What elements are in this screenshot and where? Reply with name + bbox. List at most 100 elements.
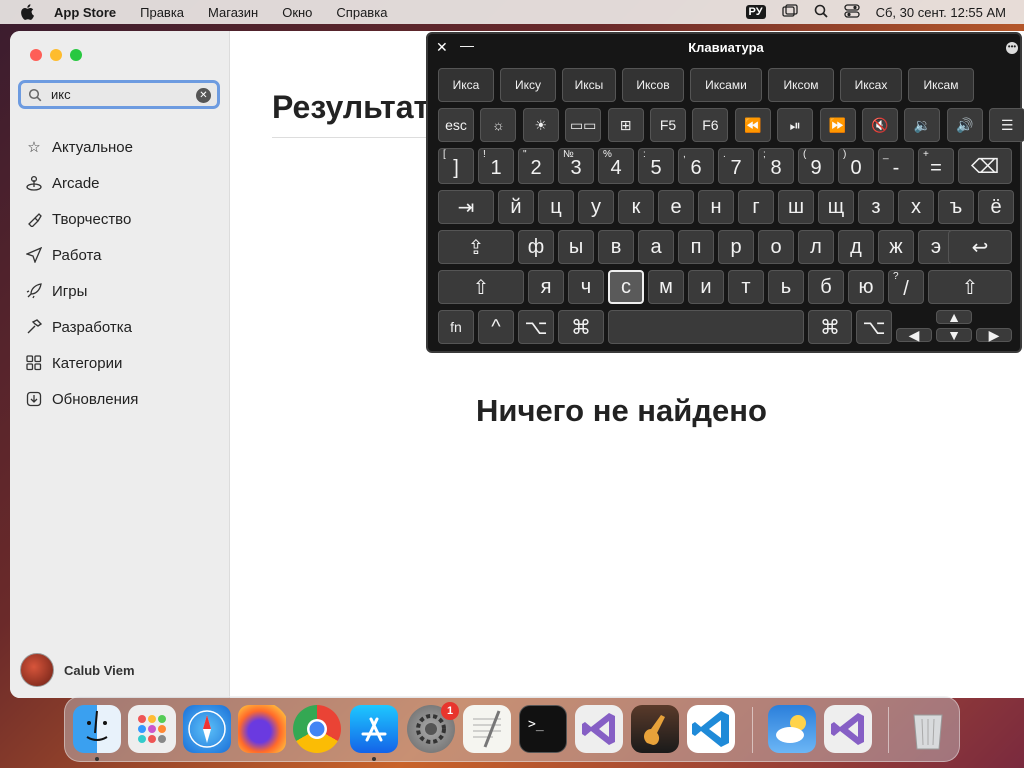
fn-key[interactable]: fn bbox=[438, 310, 474, 344]
sidebar-item-games[interactable]: Игры bbox=[10, 273, 230, 309]
shift-right-key[interactable]: ⇧ bbox=[928, 270, 1012, 304]
function-key-6[interactable]: F6 bbox=[692, 108, 729, 142]
chrome-icon[interactable] bbox=[293, 705, 341, 753]
firefox-icon[interactable] bbox=[238, 705, 286, 753]
function-key-0[interactable]: esc bbox=[438, 108, 474, 142]
menu-app-name[interactable]: App Store bbox=[54, 5, 116, 20]
vscode-icon[interactable] bbox=[687, 705, 735, 753]
apple-icon[interactable] bbox=[18, 3, 36, 21]
arrow-right-key[interactable]: ▶ bbox=[976, 327, 1012, 343]
search-input[interactable]: икс bbox=[51, 87, 71, 102]
letter-key-ю[interactable]: ю bbox=[848, 270, 884, 304]
trash-icon[interactable] bbox=[904, 705, 952, 753]
command-right-key[interactable]: ⌘ bbox=[808, 310, 852, 344]
clear-search-icon[interactable]: ✕ bbox=[196, 88, 211, 103]
user-account[interactable]: Calub Viem bbox=[20, 653, 135, 687]
letter-key-р[interactable]: р bbox=[718, 230, 754, 264]
function-key-10[interactable]: 🔇 bbox=[862, 108, 898, 142]
return-key[interactable]: ↩ bbox=[948, 230, 1012, 264]
function-key-9[interactable]: ⏩ bbox=[819, 108, 856, 142]
number-key-3[interactable]: № 3 bbox=[558, 148, 594, 184]
suggestion-5[interactable]: Иксом bbox=[768, 68, 834, 102]
letter-key-м[interactable]: м bbox=[648, 270, 684, 304]
number-key-0[interactable]: [] bbox=[438, 148, 474, 184]
space-key[interactable] bbox=[608, 310, 804, 344]
close-button[interactable] bbox=[30, 49, 42, 61]
letter-key-д[interactable]: д bbox=[838, 230, 874, 264]
slash-key[interactable]: ? / bbox=[888, 270, 924, 304]
number-key-8[interactable]: ; 8 bbox=[758, 148, 794, 184]
input-language-indicator[interactable]: РУ bbox=[745, 5, 766, 19]
control-key[interactable]: ^ bbox=[478, 310, 514, 344]
letter-key-ь[interactable]: ь bbox=[768, 270, 804, 304]
function-key-2[interactable]: ☀ bbox=[522, 108, 559, 142]
number-key-2[interactable]: " 2 bbox=[518, 148, 554, 184]
function-key-4[interactable]: ⊞ bbox=[607, 108, 644, 142]
textedit-icon[interactable] bbox=[463, 705, 511, 753]
more-options-icon[interactable]: ••• bbox=[1006, 42, 1018, 54]
control-center-icon[interactable] bbox=[843, 3, 860, 21]
number-key-11[interactable]: _ - bbox=[878, 148, 914, 184]
sidebar-item-arcade[interactable]: Arcade bbox=[10, 165, 230, 201]
letter-key-в[interactable]: в bbox=[598, 230, 634, 264]
number-key-6[interactable]: ,6 bbox=[678, 148, 714, 184]
sidebar-item-discover[interactable]: ☆ Актуальное bbox=[10, 129, 230, 165]
suggestion-0[interactable]: Икса bbox=[438, 68, 494, 102]
suggestion-6[interactable]: Иксах bbox=[840, 68, 902, 102]
function-key-5[interactable]: F5 bbox=[650, 108, 686, 142]
visual-studio-2-icon[interactable] bbox=[824, 705, 872, 753]
arrow-down-key[interactable]: ▼ bbox=[936, 327, 972, 343]
letter-key-ё[interactable]: ё bbox=[978, 190, 1014, 224]
function-key-13[interactable]: ☰ bbox=[989, 108, 1024, 142]
weather-icon[interactable] bbox=[768, 705, 816, 753]
menu-edit[interactable]: Правка bbox=[140, 5, 184, 20]
sidebar-item-updates[interactable]: Обновления bbox=[10, 381, 230, 417]
number-key-12[interactable]: + = bbox=[918, 148, 954, 184]
shift-left-key[interactable]: ⇧ bbox=[438, 270, 524, 304]
letter-key-о[interactable]: о bbox=[758, 230, 794, 264]
option-right-key[interactable]: ⌥ bbox=[856, 310, 892, 344]
letter-key-п[interactable]: п bbox=[678, 230, 714, 264]
letter-key-к[interactable]: к bbox=[618, 190, 654, 224]
arrow-left-key[interactable]: ◀ bbox=[896, 327, 932, 343]
arrow-up-key[interactable]: ▲ bbox=[936, 309, 972, 325]
number-key-10[interactable]: ) 0 bbox=[838, 148, 874, 184]
letter-key-й[interactable]: й bbox=[498, 190, 534, 224]
letter-key-у[interactable]: у bbox=[578, 190, 614, 224]
letter-key-з[interactable]: з bbox=[858, 190, 894, 224]
command-key[interactable]: ⌘ bbox=[558, 310, 604, 344]
letter-key-б[interactable]: б bbox=[808, 270, 844, 304]
letter-key-а[interactable]: а bbox=[638, 230, 674, 264]
suggestion-3[interactable]: Иксов bbox=[622, 68, 684, 102]
letter-key-е[interactable]: е bbox=[658, 190, 694, 224]
safari-icon[interactable] bbox=[183, 705, 231, 753]
window-switcher-icon[interactable] bbox=[781, 3, 798, 21]
letter-key-ч[interactable]: ч bbox=[568, 270, 604, 304]
suggestion-2[interactable]: Иксы bbox=[562, 68, 616, 102]
menu-help[interactable]: Справка bbox=[336, 5, 387, 20]
delete-key[interactable]: ⌫ bbox=[958, 148, 1012, 184]
function-key-1[interactable]: ☼ bbox=[480, 108, 517, 142]
launchpad-icon[interactable] bbox=[128, 705, 176, 753]
number-key-1[interactable]: ! 1 bbox=[478, 148, 514, 184]
option-key[interactable]: ⌥ bbox=[518, 310, 554, 344]
zoom-button[interactable] bbox=[70, 49, 82, 61]
letter-key-щ[interactable]: щ bbox=[818, 190, 854, 224]
number-key-9[interactable]: (9 bbox=[798, 148, 834, 184]
function-key-7[interactable]: ⏪ bbox=[734, 108, 771, 142]
minimize-button[interactable] bbox=[50, 49, 62, 61]
suggestion-4[interactable]: Иксами bbox=[690, 68, 762, 102]
letter-key-л[interactable]: л bbox=[798, 230, 834, 264]
letter-key-х[interactable]: х bbox=[898, 190, 934, 224]
garageband-icon[interactable] bbox=[631, 705, 679, 753]
letter-key-ж[interactable]: ж bbox=[878, 230, 914, 264]
caps-lock-key[interactable]: ⇪ bbox=[438, 230, 514, 264]
letter-key-и[interactable]: и bbox=[688, 270, 724, 304]
letter-key-ц[interactable]: ц bbox=[538, 190, 574, 224]
number-key-5[interactable]: :5 bbox=[638, 148, 674, 184]
menu-store[interactable]: Магазин bbox=[208, 5, 258, 20]
letter-key-с[interactable]: с bbox=[608, 270, 644, 304]
search-field[interactable]: икс ✕ bbox=[18, 80, 220, 109]
letter-key-т[interactable]: т bbox=[728, 270, 764, 304]
suggestion-7[interactable]: Иксам bbox=[908, 68, 974, 102]
